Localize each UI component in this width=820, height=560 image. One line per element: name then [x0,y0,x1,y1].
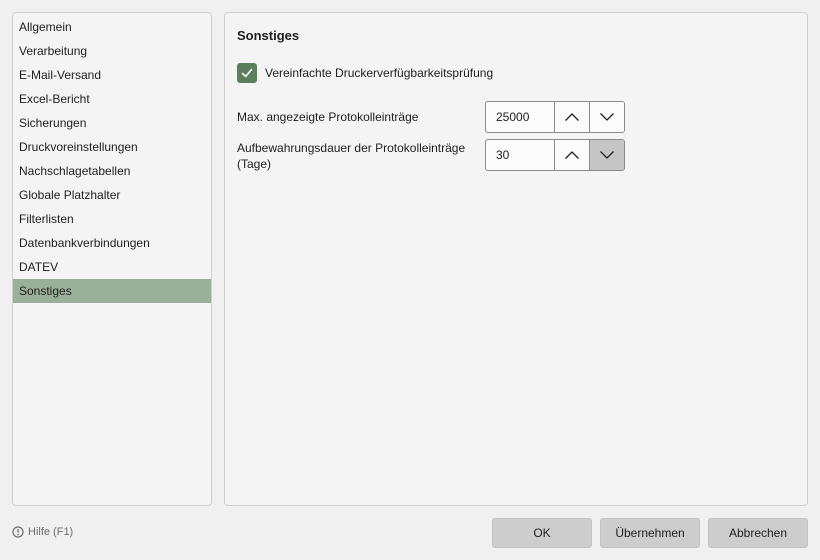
sidebar-item-datenbankverbindungen[interactable]: Datenbankverbindungen [13,231,211,255]
sidebar-item-verarbeitung[interactable]: Verarbeitung [13,39,211,63]
sidebar-item-sonstiges[interactable]: Sonstiges [13,279,211,303]
sidebar-item-filterlisten[interactable]: Filterlisten [13,207,211,231]
chevron-up-icon [565,113,579,121]
sidebar-item-druckvoreinstellungen[interactable]: Druckvoreinstellungen [13,135,211,159]
retention-input[interactable]: 30 [486,140,555,170]
max-entries-increment-button[interactable] [555,102,590,132]
retention-increment-button[interactable] [555,140,590,170]
ok-button[interactable]: OK [492,518,592,548]
apply-button[interactable]: Übernehmen [600,518,700,548]
help-label: Hilfe (F1) [28,526,74,538]
chevron-down-icon [600,113,614,121]
sidebar-item-email-versand[interactable]: E-Mail-Versand [13,63,211,87]
retention-stepper: 30 [485,139,625,171]
sidebar-item-nachschlagetabellen[interactable]: Nachschlagetabellen [13,159,211,183]
max-entries-decrement-button[interactable] [590,102,624,132]
max-entries-input[interactable]: 25000 [486,102,555,132]
check-icon [241,68,253,78]
printer-check-option[interactable]: Vereinfachte Druckerverfügbarkeitsprüfun… [237,63,493,83]
info-circle-icon [12,526,24,538]
help-link[interactable]: Hilfe (F1) [12,526,73,538]
sidebar-item-datev[interactable]: DATEV [13,255,211,279]
section-title: Sonstiges [237,28,300,43]
max-entries-label: Max. angezeigte Protokolleinträge [237,110,419,124]
retention-decrement-button[interactable] [590,140,624,170]
cancel-button[interactable]: Abbrechen [708,518,808,548]
max-entries-stepper: 25000 [485,101,625,133]
chevron-down-icon [600,151,614,159]
chevron-up-icon [565,151,579,159]
sidebar-item-globale-platzhalter[interactable]: Globale Platzhalter [13,183,211,207]
sidebar-item-sicherungen[interactable]: Sicherungen [13,111,211,135]
sidebar-item-allgemein[interactable]: Allgemein [13,15,211,39]
retention-label-line1: Aufbewahrungsdauer der Protokolleinträge [237,141,466,155]
settings-content: Sonstiges Vereinfachte Druckerverfügbark… [224,12,808,506]
settings-nav: Allgemein Verarbeitung E-Mail-Versand Ex… [12,12,212,506]
printer-check-checkbox[interactable] [237,63,257,83]
sidebar-item-excel-bericht[interactable]: Excel-Bericht [13,87,211,111]
retention-label: Aufbewahrungsdauer der Protokolleinträge… [237,140,465,172]
retention-label-line2: (Tage) [237,157,272,171]
printer-check-label: Vereinfachte Druckerverfügbarkeitsprüfun… [265,66,494,80]
